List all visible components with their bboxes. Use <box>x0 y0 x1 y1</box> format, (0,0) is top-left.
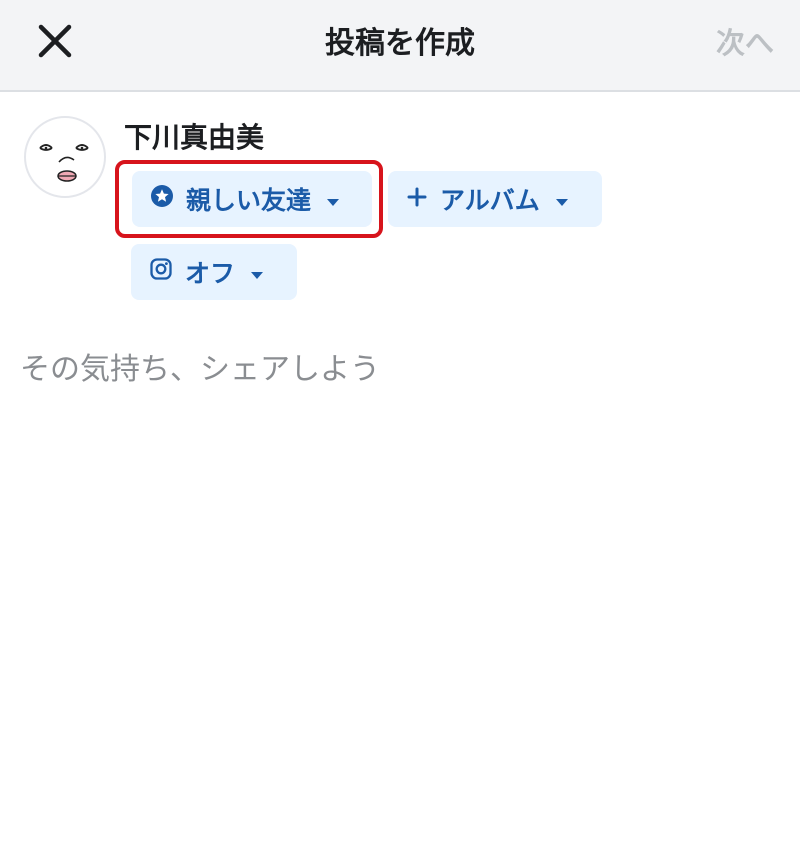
audience-label: 親しい友達 <box>186 186 312 215</box>
caret-down-icon <box>325 185 341 214</box>
instagram-share-button[interactable]: オフ <box>131 244 297 300</box>
user-name: 下川真由美 <box>124 121 265 154</box>
top-bar: 投稿を作成 次へ <box>0 0 800 92</box>
audience-selector-button[interactable]: 親しい友達 <box>132 171 372 227</box>
next-button[interactable]: 次へ <box>716 20 774 62</box>
plus-icon <box>406 185 428 214</box>
caret-down-icon <box>249 258 265 287</box>
avatar[interactable] <box>24 116 106 198</box>
post-text-input[interactable] <box>20 352 780 387</box>
instagram-icon <box>149 257 173 287</box>
star-circle-icon <box>150 184 174 214</box>
album-button[interactable]: アルバム <box>388 171 602 227</box>
caret-down-icon <box>554 185 570 214</box>
instagram-label: オフ <box>185 259 236 288</box>
album-label: アルバム <box>440 186 540 215</box>
page-title: 投稿を作成 <box>325 26 475 61</box>
